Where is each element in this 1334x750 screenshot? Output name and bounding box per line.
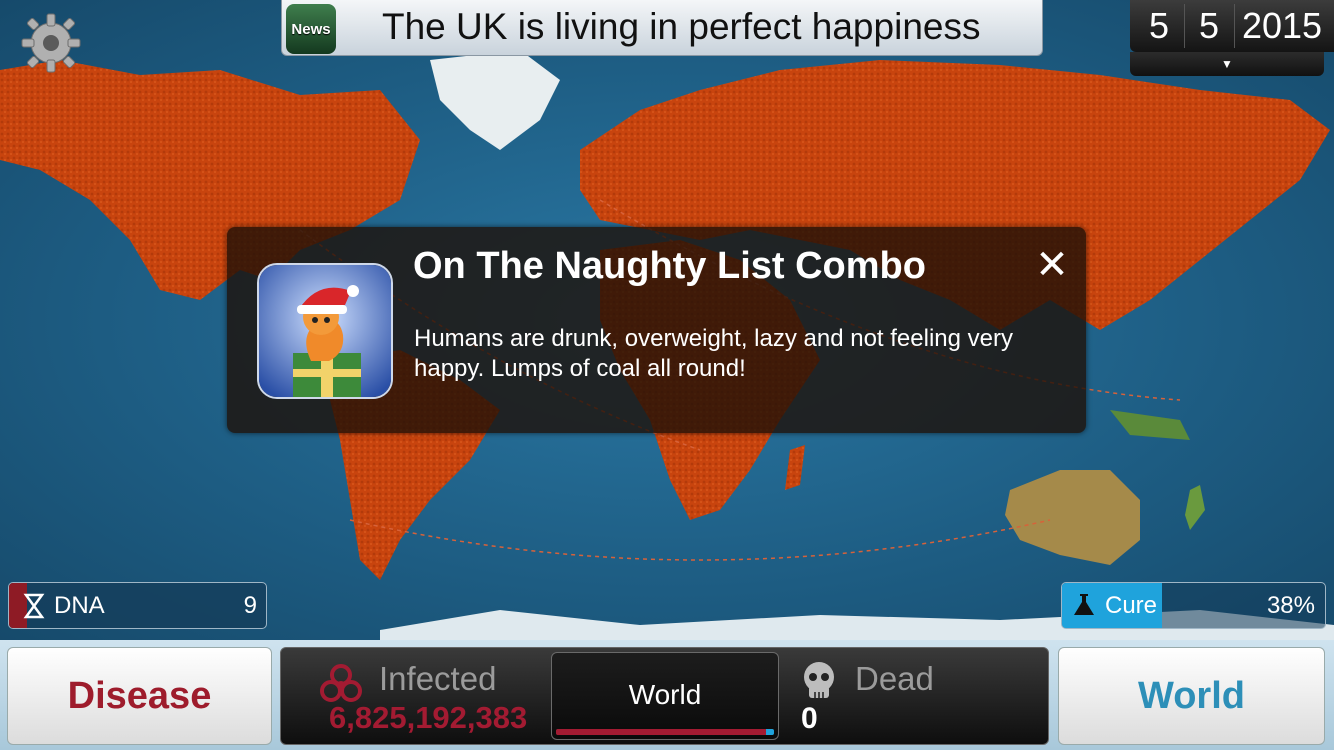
infected-count: 6,825,192,383 [329,700,528,735]
close-icon[interactable]: ✕ [1032,245,1072,285]
dna-label: DNA [54,592,105,619]
dna-value: 9 [243,592,257,619]
santa-worm-icon [257,263,393,399]
region-progress-track [556,729,774,735]
date-month: 5 [1198,5,1220,46]
popup-title: On The Naughty List Combo [413,245,926,287]
chevron-down-icon: ▼ [1221,57,1233,71]
infected-label: Infected [379,660,497,697]
hourglass-icon [23,593,45,624]
cure-progress[interactable]: Cure 38% [1061,582,1326,629]
world-button[interactable]: World [1058,647,1325,745]
bottom-bar: Disease Infected 6,825,192,383 World Dea… [0,640,1334,750]
popup-body: Humans are drunk, overweight, lazy and n… [414,325,1013,382]
settings-gear-icon[interactable] [20,12,82,74]
dead-count: 0 [801,702,818,735]
date-display: 5 5 2015 [1130,0,1334,52]
dead-label: Dead [855,660,934,697]
date-year: 2015 [1241,5,1323,46]
dna-counter[interactable]: DNA 9 [8,582,267,629]
date-day: 5 [1148,5,1170,46]
news-banner[interactable]: News The UK is living in perfect happine… [281,0,1043,56]
news-badge: News [286,4,336,54]
region-infection-bar [556,729,766,735]
date-divider [1184,4,1185,48]
flask-icon [1072,592,1096,623]
cure-value: 38% [1266,592,1315,619]
event-popup: On The Naughty List Combo ✕ Humans are d… [227,227,1086,433]
date-dropdown-toggle[interactable]: ▼ [1130,52,1324,76]
region-selector[interactable]: World [551,652,779,740]
region-cure-bar [766,729,774,735]
news-badge-label: News [291,20,331,38]
news-headline: The UK is living in perfect happiness [382,6,981,47]
stats-panel: Infected 6,825,192,383 World Dead 0 [280,647,1049,745]
region-name: World [628,679,702,710]
disease-button[interactable]: Disease [7,647,272,745]
cure-label: Cure [1105,592,1158,619]
